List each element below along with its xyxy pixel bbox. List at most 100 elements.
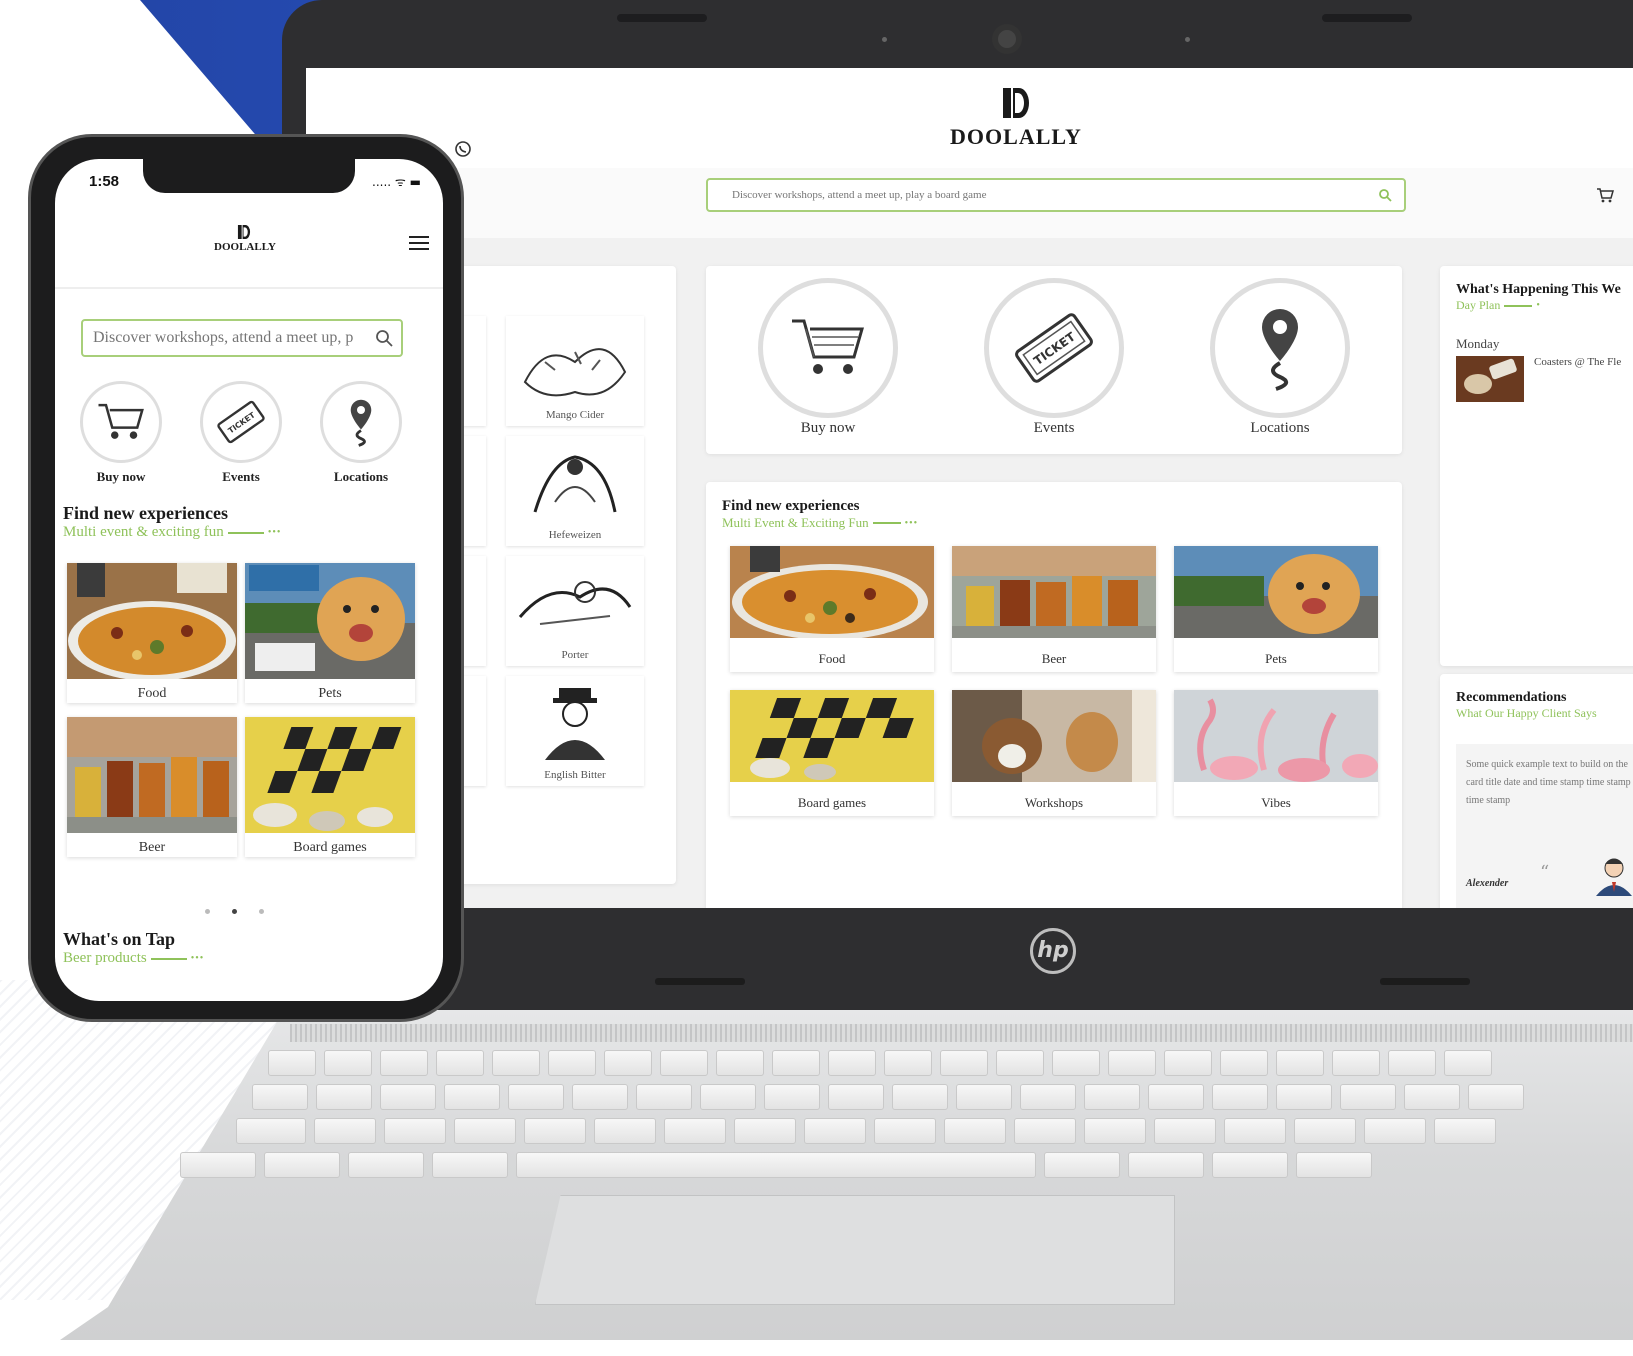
keyboard-key[interactable] (1020, 1084, 1076, 1110)
keyboard-key[interactable] (1294, 1118, 1356, 1144)
carousel-dot[interactable] (259, 909, 264, 914)
keyboard-key[interactable] (1154, 1118, 1216, 1144)
experience-card-food[interactable]: Food (67, 563, 237, 703)
keyboard-key[interactable] (594, 1118, 656, 1144)
experience-card-board-games[interactable]: Board games (730, 690, 934, 816)
keyboard-key[interactable] (1212, 1084, 1268, 1110)
carousel-dot[interactable] (205, 909, 210, 914)
keyboard-key[interactable] (660, 1050, 708, 1076)
experience-card-beer[interactable]: Beer (67, 717, 237, 857)
keyboard-key[interactable] (828, 1050, 876, 1076)
touchpad[interactable] (535, 1195, 1175, 1305)
beer-card[interactable]: Hefeweizen (506, 436, 644, 546)
keyboard-key[interactable] (1364, 1118, 1426, 1144)
event-row[interactable]: Coasters @ The Fle (1456, 356, 1621, 402)
keyboard-key[interactable] (1164, 1050, 1212, 1076)
search-bar[interactable] (706, 178, 1406, 212)
keyboard-key[interactable] (1220, 1050, 1268, 1076)
quick-link-locations[interactable]: Locations (317, 381, 405, 485)
keyboard-key[interactable] (236, 1118, 306, 1144)
keyboard-key[interactable] (1014, 1118, 1076, 1144)
carousel-dots[interactable] (205, 909, 264, 914)
keyboard-key[interactable] (264, 1152, 340, 1178)
experience-card-vibes[interactable]: Vibes (1174, 690, 1378, 816)
keyboard-key[interactable] (940, 1050, 988, 1076)
experience-card-workshops[interactable]: Workshops (952, 690, 1156, 816)
keyboard-key[interactable] (380, 1084, 436, 1110)
keyboard-key[interactable] (252, 1084, 308, 1110)
keyboard-key[interactable] (492, 1050, 540, 1076)
keyboard-key[interactable] (884, 1050, 932, 1076)
carousel-dot-active[interactable] (232, 909, 237, 914)
spacebar-key[interactable] (516, 1152, 1036, 1178)
keyboard-key[interactable] (1224, 1118, 1286, 1144)
keyboard-key[interactable] (548, 1050, 596, 1076)
keyboard-key[interactable] (636, 1084, 692, 1110)
quick-link-events[interactable]: TICKET Events (197, 381, 285, 485)
experience-card-pets[interactable]: Pets (245, 563, 415, 703)
beer-card[interactable]: Mango Cider (506, 316, 644, 426)
keyboard-key[interactable] (432, 1152, 508, 1178)
keyboard-key[interactable] (1084, 1118, 1146, 1144)
keyboard-key[interactable] (1332, 1050, 1380, 1076)
keyboard-key[interactable] (716, 1050, 764, 1076)
keyboard-key[interactable] (1434, 1118, 1496, 1144)
keyboard-key[interactable] (1468, 1084, 1524, 1110)
keyboard-key[interactable] (700, 1084, 756, 1110)
search-input[interactable] (83, 321, 363, 355)
keyboard-key[interactable] (828, 1084, 884, 1110)
keyboard-key[interactable] (1044, 1152, 1120, 1178)
keyboard-key[interactable] (1148, 1084, 1204, 1110)
keyboard-key[interactable] (664, 1118, 726, 1144)
keyboard-key[interactable] (892, 1084, 948, 1110)
beer-card[interactable]: English Bitter (506, 676, 644, 786)
keyboard-key[interactable] (436, 1050, 484, 1076)
keyboard-key[interactable] (604, 1050, 652, 1076)
quick-link-buy-now[interactable]: Buy now (758, 278, 898, 437)
quick-link-events[interactable]: TICKET Events (984, 278, 1124, 437)
experience-card-pets[interactable]: Pets (1174, 546, 1378, 672)
keyboard-key[interactable] (1084, 1084, 1140, 1110)
keyboard-key[interactable] (1276, 1050, 1324, 1076)
keyboard-key[interactable] (996, 1050, 1044, 1076)
keyboard-key[interactable] (944, 1118, 1006, 1144)
keyboard-key[interactable] (1444, 1050, 1492, 1076)
keyboard-key[interactable] (1276, 1084, 1332, 1110)
mobile-search-bar[interactable] (81, 319, 403, 357)
keyboard-key[interactable] (1108, 1050, 1156, 1076)
keyboard-key[interactable] (384, 1118, 446, 1144)
keyboard-key[interactable] (380, 1050, 428, 1076)
keyboard-key[interactable] (1340, 1084, 1396, 1110)
keyboard-key[interactable] (324, 1050, 372, 1076)
keyboard-key[interactable] (874, 1118, 936, 1144)
quick-link-buy-now[interactable]: Buy now (77, 381, 165, 485)
keyboard-key[interactable] (348, 1152, 424, 1178)
keyboard-key[interactable] (1296, 1152, 1372, 1178)
keyboard-key[interactable] (804, 1118, 866, 1144)
keyboard-key[interactable] (1052, 1050, 1100, 1076)
keyboard-key[interactable] (1128, 1152, 1204, 1178)
keyboard-key[interactable] (764, 1084, 820, 1110)
keyboard-key[interactable] (268, 1050, 316, 1076)
keyboard-key[interactable] (772, 1050, 820, 1076)
beer-card[interactable]: Porter (506, 556, 644, 666)
keyboard-key[interactable] (734, 1118, 796, 1144)
keyboard-key[interactable] (572, 1084, 628, 1110)
whatsapp-icon[interactable] (454, 140, 472, 158)
keyboard-key[interactable] (1388, 1050, 1436, 1076)
keyboard-key[interactable] (454, 1118, 516, 1144)
experience-card-food[interactable]: Food (730, 546, 934, 672)
keyboard-key[interactable] (524, 1118, 586, 1144)
search-icon[interactable] (375, 329, 393, 347)
experience-card-beer[interactable]: Beer (952, 546, 1156, 672)
search-input[interactable] (708, 180, 1358, 210)
experience-card-board-games[interactable]: Board games (245, 717, 415, 857)
keyboard-key[interactable] (314, 1118, 376, 1144)
keyboard-key[interactable] (1404, 1084, 1460, 1110)
cart-icon[interactable] (1596, 186, 1614, 204)
keyboard-key[interactable] (180, 1152, 256, 1178)
hamburger-menu-icon[interactable] (409, 235, 429, 251)
keyboard-key[interactable] (956, 1084, 1012, 1110)
keyboard-key[interactable] (1212, 1152, 1288, 1178)
keyboard-key[interactable] (508, 1084, 564, 1110)
